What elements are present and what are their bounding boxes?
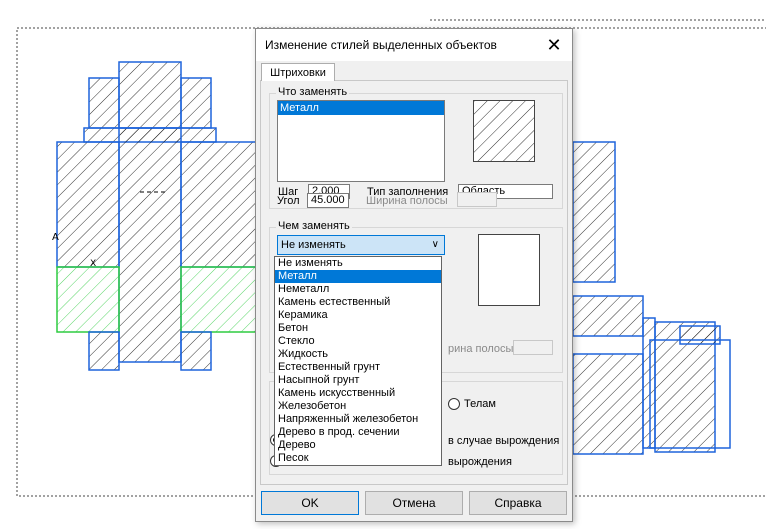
dropdown-option[interactable]: Железобетон [275, 400, 441, 413]
dropdown-option[interactable]: Камень искусственный [275, 387, 441, 400]
angle-label: Угол [277, 195, 300, 207]
new-hatch-preview [478, 234, 540, 306]
replace-with-combo-value: Не изменять [281, 239, 346, 251]
dropdown-option[interactable]: Естественный грунт [275, 361, 441, 374]
replace-with-dropdown[interactable]: Не изменять Металл Неметалл Камень естестве… [274, 256, 442, 466]
bodies-label: Телам [464, 398, 496, 410]
help-button[interactable]: Справка [469, 491, 567, 515]
dropdown-option[interactable]: Бетон [275, 322, 441, 335]
bodies-radio[interactable] [448, 398, 460, 410]
dropdown-option[interactable]: Песок [275, 452, 441, 465]
dropdown-option[interactable]: Дерево [275, 439, 441, 452]
hatch-preview-icon [474, 101, 534, 161]
dropdown-option[interactable]: Керамика [275, 309, 441, 322]
dropdown-option[interactable]: Жидкость [275, 348, 441, 361]
dialog-title: Изменение стилей выделенных объектов [265, 38, 497, 52]
dropdown-option[interactable]: Металл [275, 270, 441, 283]
replace-with-combo[interactable]: Не изменять ∨ [277, 235, 445, 255]
degen-label-1: в случае вырождения [448, 435, 560, 447]
dropdown-option[interactable]: Неметалл [275, 283, 441, 296]
nut-top [88, 61, 212, 129]
group-replace-with-label: Чем заменять [276, 220, 352, 232]
dropdown-option[interactable]: Напряженный железобетон [275, 413, 441, 426]
dropdown-option[interactable]: Камень естественный [275, 296, 441, 309]
what-replace-list[interactable]: Металл [277, 100, 445, 182]
list-item[interactable]: Металл [278, 101, 444, 115]
dropdown-option[interactable]: Насыпной грунт [275, 374, 441, 387]
group-what-replace: Что заменять Металл Шаг 2.000 Тип заполн… [269, 86, 563, 209]
ok-button[interactable]: OK [261, 491, 359, 515]
svg-text:X: X [90, 259, 96, 269]
group-what-replace-label: Что заменять [276, 86, 350, 98]
dropdown-option[interactable]: Не изменять [275, 257, 441, 270]
close-icon[interactable]: ✕ [542, 33, 566, 57]
dialog-titlebar: Изменение стилей выделенных объектов ✕ [256, 29, 572, 61]
current-hatch-preview [473, 100, 535, 162]
degen-label-2: вырождения [448, 456, 512, 468]
angle-field[interactable]: 45.000 [307, 193, 349, 208]
svg-text:A: A [52, 232, 59, 243]
chevron-down-icon: ∨ [431, 239, 439, 250]
tab-hatches[interactable]: Штриховки [261, 63, 335, 81]
stripe-width-label-2: рина полосы [448, 343, 514, 355]
stripe-width-field-2[interactable] [513, 340, 553, 355]
cancel-button[interactable]: Отмена [365, 491, 463, 515]
dropdown-option[interactable]: Стекло [275, 335, 441, 348]
stripe-width-label: Ширина полосы [366, 195, 448, 207]
dropdown-option[interactable]: Дерево в прод. сечении [275, 426, 441, 439]
stripe-width-field[interactable] [457, 192, 497, 207]
